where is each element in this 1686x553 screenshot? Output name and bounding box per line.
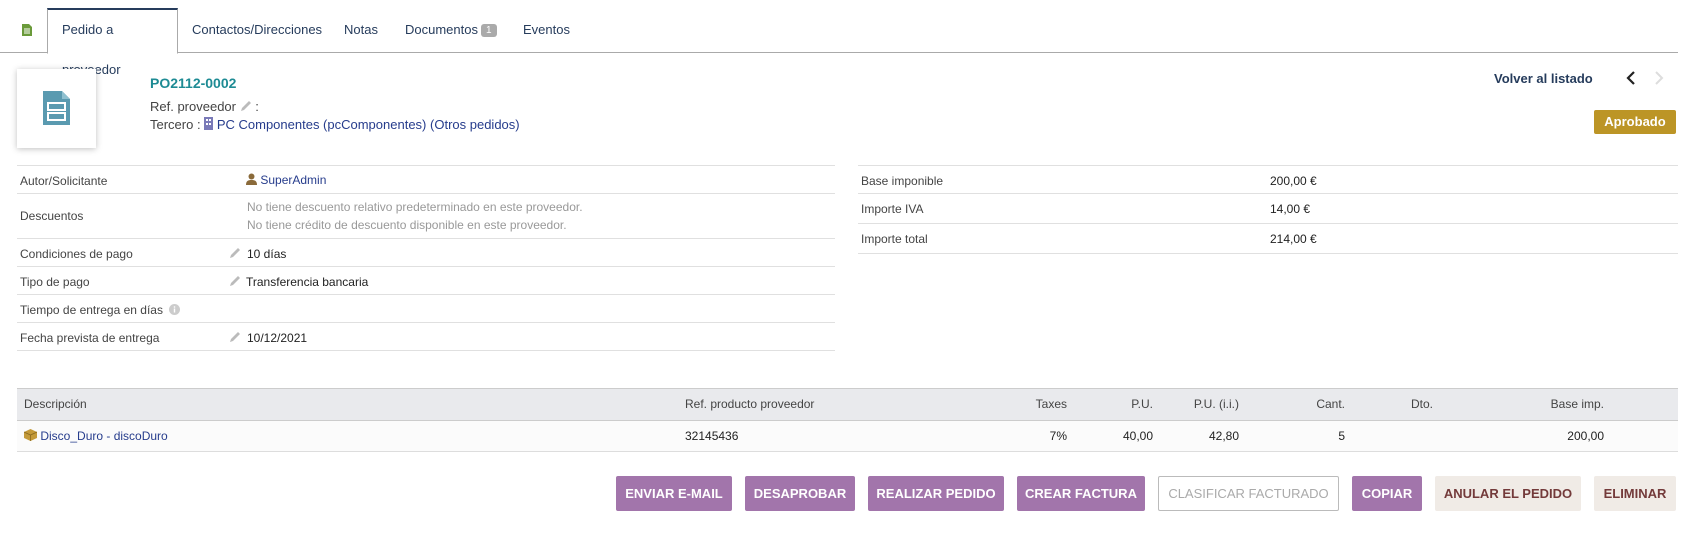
delivery-date-row: Fecha prevista de entrega 10/12/2021 <box>17 323 835 351</box>
classify-billed-button[interactable]: CLASIFICAR FACTURADO <box>1158 476 1339 511</box>
copy-button[interactable]: COPIAR <box>1352 476 1422 511</box>
tab-notas[interactable]: Notas <box>330 8 392 53</box>
other-orders-link[interactable]: (Otros pedidos) <box>430 117 520 132</box>
pencil-icon[interactable] <box>229 331 241 346</box>
tab-label: Notas <box>344 22 378 37</box>
payment-terms-value: 10 días <box>247 247 287 261</box>
chevron-left-icon[interactable] <box>1626 71 1636 88</box>
author-value: SuperAdmin <box>246 173 326 188</box>
base-row: Base imponible 200,00 € <box>858 165 1678 194</box>
base-value: 200,00 € <box>1270 174 1317 188</box>
product-link[interactable]: Disco_Duro - discoDuro <box>40 429 167 443</box>
payment-type-value: Transferencia bancaria <box>246 275 369 289</box>
document-icon <box>22 24 32 39</box>
order-info-table: Autor/Solicitante SuperAdmin Descuentos … <box>17 165 835 351</box>
line-quantity: 5 <box>1338 429 1345 443</box>
line-unit-price-tax: 42,80 <box>1208 429 1239 443</box>
totals-table: Base imponible 200,00 € Importe IVA 14,0… <box>858 165 1678 254</box>
pencil-icon[interactable] <box>240 100 252 115</box>
tab-eventos[interactable]: Eventos <box>509 8 584 53</box>
payment-terms-label: Condiciones de pago <box>20 247 133 261</box>
col-unit-price-tax: P.U. (i.i.) <box>1193 397 1239 411</box>
col-supplier-ref: Ref. producto proveedor <box>685 397 815 411</box>
line-supplier-ref: 32145436 <box>685 429 739 443</box>
back-to-list-link[interactable]: Volver al listado <box>1494 71 1593 86</box>
create-invoice-button[interactable]: CREAR FACTURA <box>1017 476 1145 511</box>
line-description: Disco_Duro - discoDuro <box>23 421 168 453</box>
third-party-link[interactable]: PC Componentes (pcComponentes) <box>217 117 427 132</box>
payment-terms-row: Condiciones de pago 10 días <box>17 239 835 267</box>
col-discount: Dto. <box>1410 397 1433 411</box>
supplier-ref-sep: : <box>255 99 259 114</box>
documents-count-badge: 1 <box>480 24 497 37</box>
delivery-date-label: Fecha prevista de entrega <box>20 331 160 345</box>
discount-credit-text: No tiene crédito de descuento disponible… <box>247 218 567 232</box>
base-label: Base imponible <box>861 174 944 188</box>
payment-type-label: Tipo de pago <box>20 275 90 289</box>
col-quantity: Cant. <box>1316 397 1345 411</box>
delete-button[interactable]: ELIMINAR <box>1594 476 1676 511</box>
tab-label: Eventos <box>523 22 570 37</box>
vat-value: 14,00 € <box>1270 202 1311 216</box>
col-base: Base imp. <box>1550 397 1604 411</box>
line-taxes: 7% <box>1049 429 1067 443</box>
order-thumbnail <box>17 69 96 148</box>
user-icon <box>246 173 257 188</box>
info-icon[interactable] <box>169 304 181 318</box>
cancel-order-button[interactable]: ANULAR EL PEDIDO <box>1435 476 1581 511</box>
col-description: Descripción <box>24 397 87 411</box>
status-badge: Aprobado <box>1594 110 1676 134</box>
disapprove-button[interactable]: DESAPROBAR <box>745 476 855 511</box>
tab-documentos[interactable]: Documentos 1 <box>391 8 511 53</box>
payment-type-row: Tipo de pago Transferencia bancaria <box>17 267 835 295</box>
supplier-ref-row: Ref. proveedor : <box>150 99 259 115</box>
col-taxes: Taxes <box>1035 397 1067 411</box>
author-link[interactable]: SuperAdmin <box>260 173 326 187</box>
tab-label: Contactos/Direcciones <box>192 22 323 37</box>
chevron-right-icon <box>1654 71 1664 88</box>
author-label: Autor/Solicitante <box>20 174 108 188</box>
discounts-row: Descuentos No tiene descuento relativo p… <box>17 194 835 239</box>
line-base: 200,00 <box>1567 429 1604 443</box>
delivery-time-text: Tiempo de entrega en días <box>20 303 163 317</box>
building-icon <box>204 117 214 133</box>
order-lines-table: Descripción Ref. producto proveedor Taxe… <box>17 388 1678 452</box>
vat-label: Importe IVA <box>861 202 924 216</box>
vat-row: Importe IVA 14,00 € <box>858 194 1678 224</box>
total-value: 214,00 € <box>1270 232 1317 246</box>
total-label: Importe total <box>861 232 928 246</box>
delivery-time-row: Tiempo de entrega en días <box>17 295 835 323</box>
tab-bar: Pedido a proveedor Contactos/Direcciones… <box>0 8 1678 77</box>
tab-label: Documentos <box>405 22 478 37</box>
third-party-row: Tercero : PC Componentes (pcComponentes)… <box>150 117 520 133</box>
pencil-icon[interactable] <box>229 247 241 262</box>
supplier-ref-label: Ref. proveedor <box>150 99 236 114</box>
author-row: Autor/Solicitante SuperAdmin <box>17 165 835 194</box>
pencil-icon[interactable] <box>229 275 241 290</box>
send-email-button[interactable]: ENVIAR E-MAIL <box>616 476 732 511</box>
total-row: Importe total 214,00 € <box>858 224 1678 254</box>
discount-relative-text: No tiene descuento relativo predetermina… <box>247 200 583 214</box>
third-party-label: Tercero : <box>150 117 201 132</box>
product-icon <box>23 422 38 453</box>
line-unit-price: 40,00 <box>1122 429 1153 443</box>
table-header: Descripción Ref. producto proveedor Taxe… <box>17 388 1678 421</box>
order-ref: PO2112-0002 <box>150 75 237 91</box>
col-unit-price: P.U. <box>1131 397 1153 411</box>
place-order-button[interactable]: REALIZAR PEDIDO <box>868 476 1004 511</box>
delivery-date-value: 10/12/2021 <box>247 331 308 345</box>
tab-pedido-proveedor[interactable]: Pedido a proveedor <box>47 8 178 77</box>
tab-contactos[interactable]: Contactos/Direcciones <box>178 8 336 53</box>
discounts-label: Descuentos <box>20 209 84 223</box>
delivery-time-label: Tiempo de entrega en días <box>20 303 181 318</box>
table-row: Disco_Duro - discoDuro 32145436 7% 40,00… <box>17 421 1678 452</box>
